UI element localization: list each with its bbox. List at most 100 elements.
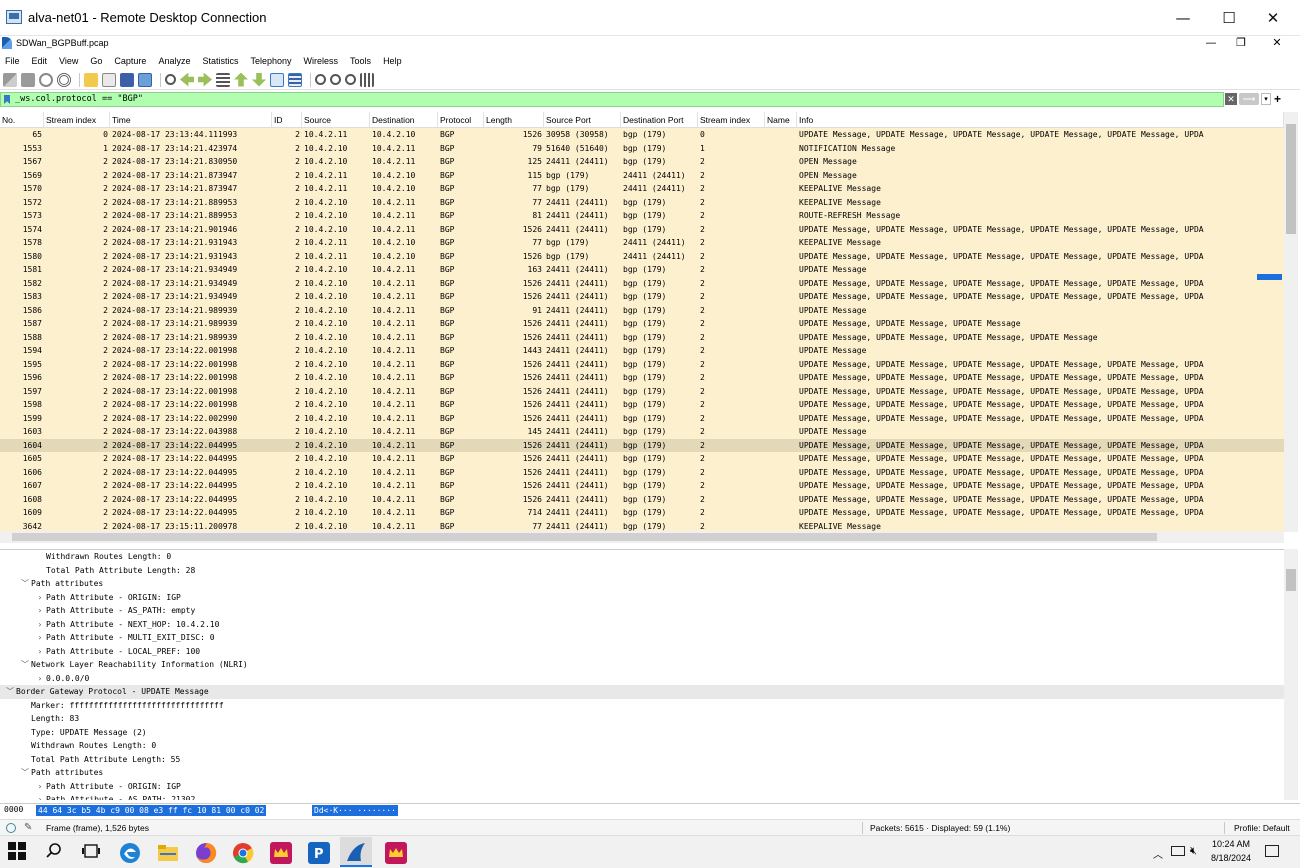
status-profile[interactable]: Profile: Default xyxy=(1234,823,1290,833)
detail-tree-item[interactable]: › Path Attribute - MULTI_EXIT_DISC: 0 xyxy=(0,631,1284,645)
expand-arrow-icon[interactable]: › xyxy=(34,672,46,686)
resize-columns-icon[interactable] xyxy=(360,72,374,87)
col-header-time[interactable]: Time xyxy=(110,112,272,127)
close-file-icon[interactable] xyxy=(120,72,134,87)
expand-arrow-icon[interactable]: › xyxy=(34,631,46,645)
menu-analyze[interactable]: Analyze xyxy=(158,54,190,69)
packet-bytes-pane[interactable]: 0000 44 64 3c b5 4b c9 00 08 e3 ff fc 10… xyxy=(0,803,1300,817)
app-p-icon[interactable]: P xyxy=(308,842,330,864)
packet-list[interactable]: No. Stream index Time ID Source Destinat… xyxy=(0,112,1284,531)
start-icon[interactable] xyxy=(8,842,30,864)
menu-telephony[interactable]: Telephony xyxy=(250,54,291,69)
firefox-icon[interactable] xyxy=(195,842,217,864)
menu-wireless[interactable]: Wireless xyxy=(304,54,339,69)
clock-time[interactable]: 10:24 AM xyxy=(1209,839,1253,849)
packet-row[interactable]: 1572 2 2024-08-17 23:14:21.889953 2 10.4.2.1… xyxy=(0,195,1284,209)
menu-go[interactable]: Go xyxy=(90,54,102,69)
col-header-stream-index-2[interactable]: Stream index xyxy=(698,112,765,127)
last-packet-icon[interactable] xyxy=(252,72,266,87)
app-crown-icon-2[interactable] xyxy=(385,842,407,864)
col-header-no[interactable]: No. xyxy=(0,112,44,127)
open-file-icon[interactable] xyxy=(84,72,98,87)
packet-row[interactable]: 1595 2 2024-08-17 23:14:22.001998 2 10.4.2.1… xyxy=(0,357,1284,371)
packet-row[interactable]: 1553 1 2024-08-17 23:14:21.423974 2 10.4.2.1… xyxy=(0,141,1284,155)
detail-tree-item[interactable]: Type: UPDATE Message (2) xyxy=(0,726,1284,740)
collapse-arrow-icon[interactable]: ﹀ xyxy=(19,577,31,591)
col-header-length[interactable]: Length xyxy=(484,112,544,127)
autoscroll-icon[interactable] xyxy=(270,72,284,87)
notification-center-icon[interactable] xyxy=(1265,845,1279,857)
detail-tree-item[interactable]: › Path Attribute - AS_PATH: empty xyxy=(0,604,1284,618)
detail-tree-item[interactable]: Length: 83 xyxy=(0,712,1284,726)
packet-row[interactable]: 1567 2 2024-08-17 23:14:21.830950 2 10.4.2.1… xyxy=(0,155,1284,169)
col-header-source[interactable]: Source xyxy=(302,112,370,127)
packet-row[interactable]: 1583 2 2024-08-17 23:14:21.934949 2 10.4.2.1… xyxy=(0,290,1284,304)
detail-tree-item[interactable]: ﹀ Path attributes xyxy=(0,577,1284,591)
packet-row[interactable]: 1587 2 2024-08-17 23:14:21.989939 2 10.4.2.1… xyxy=(0,317,1284,331)
col-header-info[interactable]: Info xyxy=(797,112,1284,127)
menu-statistics[interactable]: Statistics xyxy=(202,54,238,69)
detail-tree-item[interactable]: ﹀ Network Layer Reachability Information … xyxy=(0,658,1284,672)
normal-size-icon[interactable] xyxy=(345,74,356,85)
packet-row[interactable]: 1606 2 2024-08-17 23:14:22.044995 2 10.4.2.1… xyxy=(0,465,1284,479)
show-hidden-icons-chevron-icon[interactable]: ︿ xyxy=(1153,846,1163,861)
col-header-destination-port[interactable]: Destination Port xyxy=(621,112,698,127)
packet-row-selected[interactable]: 1604 2 2024-08-17 23:14:22.044995 2 10.4.2.1… xyxy=(0,438,1284,452)
detail-tree-item[interactable]: › Path Attribute - NEXT_HOP: 10.4.2.10 xyxy=(0,618,1284,632)
detail-tree-item[interactable]: Withdrawn Routes Length: 0 xyxy=(0,550,1284,564)
packet-row[interactable]: 1578 2 2024-08-17 23:14:21.931943 2 10.4.2.1… xyxy=(0,236,1284,250)
app-crown-icon[interactable] xyxy=(270,842,292,864)
packet-list-scroll-thumb[interactable] xyxy=(1286,124,1296,234)
menu-tools[interactable]: Tools xyxy=(350,54,371,69)
bytes-hex-selection[interactable]: 44 64 3c b5 4b c9 00 08 e3 ff fc 10 81 0… xyxy=(36,805,267,816)
packet-row[interactable]: 1599 2 2024-08-17 23:14:22.002990 2 10.4.2.1… xyxy=(0,411,1284,425)
packet-details-pane[interactable]: Withdrawn Routes Length: 0 Total Path Att… xyxy=(0,549,1284,800)
restart-capture-icon[interactable] xyxy=(39,72,53,87)
col-header-source-port[interactable]: Source Port xyxy=(544,112,621,127)
find-packet-icon[interactable] xyxy=(165,74,176,85)
details-scroll-thumb[interactable] xyxy=(1286,569,1296,591)
packet-row[interactable]: 1609 2 2024-08-17 23:14:22.044995 2 10.4.2.1… xyxy=(0,506,1284,520)
task-view-icon[interactable] xyxy=(82,842,104,864)
packet-row[interactable]: 65 0 2024-08-17 23:13:44.111993 2 10.4.2.11 1… xyxy=(0,128,1284,142)
packet-row[interactable]: 1588 2 2024-08-17 23:14:21.989939 2 10.4.2.1… xyxy=(0,330,1284,344)
detail-tree-item[interactable]: Withdrawn Routes Length: 0 xyxy=(0,739,1284,753)
packet-list-hscroll-thumb[interactable] xyxy=(12,533,1157,541)
packet-list-horizontal-scrollbar[interactable] xyxy=(0,531,1284,543)
go-to-packet-icon[interactable] xyxy=(216,72,230,87)
detail-tree-item[interactable]: › Path Attribute - ORIGIN: IGP xyxy=(0,780,1284,794)
bookmark-icon[interactable] xyxy=(4,95,10,104)
expand-arrow-icon[interactable]: › xyxy=(34,591,46,605)
collapse-arrow-icon[interactable]: ﹀ xyxy=(19,766,31,780)
detail-tree-item[interactable]: ﹀ Path attributes xyxy=(0,766,1284,780)
detail-tree-item[interactable]: Total Path Attribute Length: 28 xyxy=(0,564,1284,578)
expand-arrow-icon[interactable]: › xyxy=(34,780,46,794)
details-vertical-scrollbar[interactable] xyxy=(1284,549,1298,800)
col-header-destination[interactable]: Destination xyxy=(370,112,438,127)
packet-row[interactable]: 1569 2 2024-08-17 23:14:21.873947 2 10.4.2.1… xyxy=(0,168,1284,182)
start-capture-icon[interactable] xyxy=(3,72,17,87)
zoom-in-icon[interactable] xyxy=(315,74,326,85)
expand-arrow-icon[interactable]: › xyxy=(34,604,46,618)
reload-file-icon[interactable] xyxy=(138,72,152,87)
col-header-name[interactable]: Name xyxy=(765,112,797,127)
filter-expression[interactable]: _ws.col.protocol == "BGP" xyxy=(15,94,143,104)
add-filter-button[interactable]: + xyxy=(1274,92,1281,106)
ws-close-button[interactable]: ✕ xyxy=(1262,36,1292,52)
packet-row[interactable]: 1581 2 2024-08-17 23:14:21.934949 2 10.4.2.1… xyxy=(0,263,1284,277)
packet-row[interactable]: 1574 2 2024-08-17 23:14:21.901946 2 10.4.2.1… xyxy=(0,222,1284,236)
packet-row[interactable]: 1594 2 2024-08-17 23:14:22.001998 2 10.4.2.1… xyxy=(0,344,1284,358)
bytes-ascii-selection[interactable]: Dd<·K··· ········ xyxy=(312,805,398,816)
wireshark-taskbar-button[interactable] xyxy=(340,837,372,867)
collapse-arrow-icon[interactable]: ﹀ xyxy=(19,658,31,672)
file-explorer-icon[interactable] xyxy=(157,842,179,864)
detail-tree-item[interactable]: › Path Attribute - LOCAL_PREF: 100 xyxy=(0,645,1284,659)
clear-filter-button[interactable]: ✕ xyxy=(1225,93,1237,105)
edit-comment-icon[interactable]: ✎ xyxy=(24,822,32,833)
capture-options-icon[interactable] xyxy=(57,72,71,87)
save-file-icon[interactable] xyxy=(102,72,116,87)
packet-row[interactable]: 1570 2 2024-08-17 23:14:21.873947 2 10.4.2.1… xyxy=(0,182,1284,196)
packet-row[interactable]: 1580 2 2024-08-17 23:14:21.931943 2 10.4.2.1… xyxy=(0,249,1284,263)
network-icon[interactable] xyxy=(1171,846,1185,856)
filter-history-dropdown[interactable]: ▾ xyxy=(1261,93,1271,105)
